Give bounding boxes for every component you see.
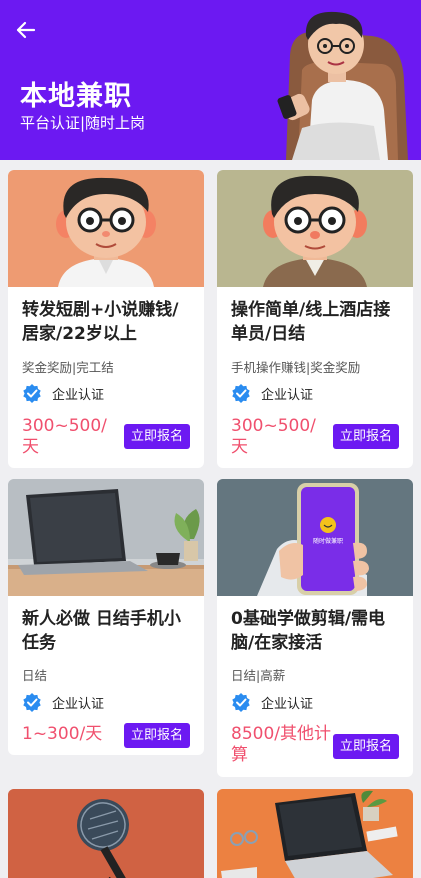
job-salary: 300~500/天 xyxy=(22,416,107,457)
apply-button[interactable]: 立即报名 xyxy=(333,424,399,449)
page-title: 本地兼职 xyxy=(20,81,132,112)
job-tags: 日结|高薪 xyxy=(231,668,286,683)
phone-screen-label: 随时做兼职 xyxy=(313,537,343,545)
verify-badge: 企业认证 xyxy=(231,692,313,712)
job-tags: 手机操作赚钱|奖金奖励 xyxy=(231,360,361,375)
job-tags: 日结 xyxy=(22,668,48,683)
back-button[interactable] xyxy=(12,16,40,44)
cartoon-man-portrait-image xyxy=(217,170,413,287)
hand-holding-phone-image: 随时做兼职 xyxy=(217,479,413,596)
job-salary: 8500/其他计算 xyxy=(231,724,331,765)
verify-badge: 企业认证 xyxy=(22,692,104,712)
job-card[interactable] xyxy=(217,789,413,878)
cartoon-man-on-chair-illustration xyxy=(277,11,408,160)
job-salary: 1~300/天 xyxy=(22,724,103,744)
verify-label: 企业认证 xyxy=(261,387,314,403)
laptop-on-desk-image xyxy=(8,479,204,596)
apply-button[interactable]: 立即报名 xyxy=(333,734,399,759)
job-card[interactable]: 随时做兼职 0基础学做剪辑/需电脑/在家接活 日结|高薪 企业认证 8500/其… xyxy=(217,479,413,777)
verified-badge-icon xyxy=(23,693,41,712)
header-banner: 本地兼职 平台认证|随时上岗 xyxy=(0,0,421,160)
job-title: 转发短剧+小说赚钱/居家/22岁以上 xyxy=(22,300,179,344)
page-subtitle: 平台认证|随时上岗 xyxy=(20,114,146,132)
job-card[interactable]: 新人必做 日结手机小任务 日结 企业认证 1~300/天 立即报名 xyxy=(8,479,204,755)
job-card[interactable]: 操作简单/线上酒店接单员/日结 手机操作赚钱|奖金奖励 企业认证 300~500… xyxy=(217,170,413,468)
verify-label: 企业认证 xyxy=(261,696,314,712)
apply-button[interactable]: 立即报名 xyxy=(124,723,190,748)
job-card[interactable] xyxy=(8,789,204,878)
microphone-image xyxy=(8,789,204,878)
job-title: 操作简单/线上酒店接单员/日结 xyxy=(231,300,391,344)
laptop-on-orange-desk-image xyxy=(217,789,413,878)
verify-label: 企业认证 xyxy=(52,387,105,403)
verify-badge: 企业认证 xyxy=(231,383,313,403)
verified-badge-icon xyxy=(232,384,250,403)
job-card[interactable]: 转发短剧+小说赚钱/居家/22岁以上 奖金奖励|完工结 企业认证 300~500… xyxy=(8,170,204,468)
job-title: 新人必做 日结手机小任务 xyxy=(22,609,181,653)
verify-badge: 企业认证 xyxy=(22,383,104,403)
job-salary: 300~500/天 xyxy=(231,416,316,457)
verified-badge-icon xyxy=(232,693,250,712)
arrow-left-icon xyxy=(16,21,36,39)
job-tags: 奖金奖励|完工结 xyxy=(22,360,114,375)
apply-button[interactable]: 立即报名 xyxy=(124,424,190,449)
verify-label: 企业认证 xyxy=(52,696,105,712)
cartoon-man-portrait-image xyxy=(8,170,204,287)
job-title: 0基础学做剪辑/需电脑/在家接活 xyxy=(231,609,386,653)
verified-badge-icon xyxy=(23,384,41,403)
